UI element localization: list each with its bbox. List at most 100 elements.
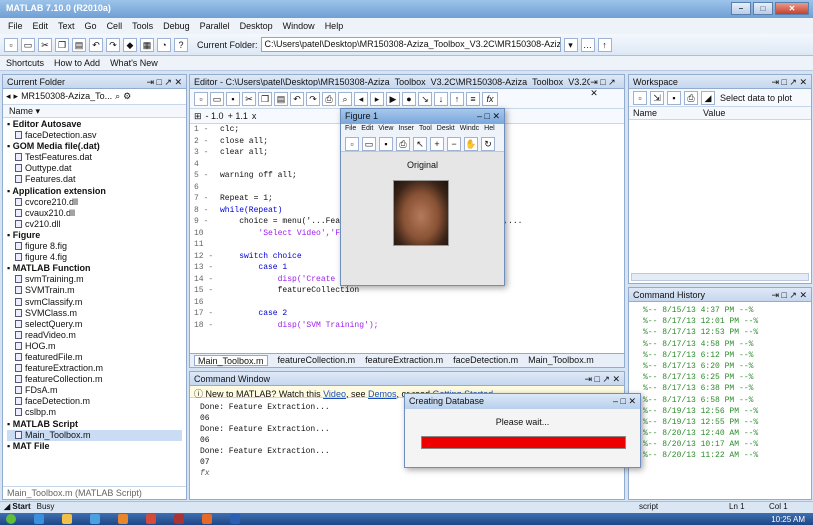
clock[interactable]: 10:25 AM (771, 515, 805, 524)
panel-controls-icon[interactable]: ⇥ □ ↗ ✕ (771, 77, 807, 87)
figure-menu-item[interactable]: File (345, 125, 356, 135)
redo-icon[interactable]: ↷ (106, 37, 120, 52)
file-item[interactable]: TestFeatures.dat (7, 152, 182, 163)
pointer-icon[interactable]: ↖ (413, 137, 427, 151)
figure-menu-item[interactable]: Windc (460, 125, 479, 135)
history-entry[interactable]: %-- 8/19/13 12:55 PM --% (629, 417, 811, 428)
editor-tab[interactable]: Main_Toolbox.m (528, 355, 594, 366)
code-line[interactable]: 18 - disp('SVM Training'); (190, 320, 624, 332)
current-folder-input[interactable]: C:\Users\patel\Desktop\MR150308-Aziza_To… (260, 37, 561, 52)
menu-help[interactable]: Help (325, 21, 344, 31)
demos-link[interactable]: Demos (368, 389, 397, 399)
back-icon[interactable]: ◂ (6, 91, 11, 102)
save-icon[interactable]: ▪ (226, 91, 240, 106)
file-item[interactable]: selectQuery.m (7, 319, 182, 330)
file-item[interactable]: cvaux210.dll (7, 208, 182, 219)
file-item[interactable]: faceDetection.asv (7, 130, 182, 141)
menu-desktop[interactable]: Desktop (240, 21, 273, 31)
new-figure-icon[interactable]: ▫ (345, 137, 359, 151)
menu-tools[interactable]: Tools (132, 21, 153, 31)
paste-icon[interactable]: ▤ (274, 91, 288, 106)
workspace-scrollbar[interactable] (631, 273, 809, 281)
file-item[interactable]: featureExtraction.m (7, 363, 182, 374)
file-item[interactable]: figure 4.fig (7, 252, 182, 263)
file-item[interactable]: HOG.m (7, 341, 182, 352)
font-minus[interactable]: - 1.0 (206, 111, 224, 121)
run-icon[interactable]: ▶ (386, 91, 400, 106)
folder-group[interactable]: ▪ Figure (7, 230, 182, 241)
dialog-controls[interactable]: – □ ✕ (613, 396, 636, 407)
windows-start-icon[interactable] (6, 514, 16, 524)
menu-edit[interactable]: Edit (33, 21, 49, 31)
open-folder-icon[interactable]: ▭ (21, 37, 35, 52)
undo-icon[interactable]: ↶ (290, 91, 304, 106)
history-entry[interactable]: %-- 8/17/13 12:53 PM --% (629, 327, 811, 338)
file-item[interactable]: figure 8.fig (7, 241, 182, 252)
file-item[interactable]: cvcore210.dll (7, 197, 182, 208)
editor-tab[interactable]: Main_Toolbox.m (194, 355, 268, 366)
maximize-button[interactable]: □ (753, 2, 773, 15)
save-icon[interactable]: ▪ (379, 137, 393, 151)
close-button[interactable]: ✕ (775, 2, 809, 15)
app-icon[interactable] (174, 514, 184, 524)
new-file-icon[interactable]: ▫ (194, 91, 208, 106)
shortcut-how-to-add[interactable]: How to Add (54, 58, 100, 68)
history-entry[interactable]: %-- 8/20/13 12:40 AM --% (629, 428, 811, 439)
menu-cell[interactable]: Cell (107, 21, 123, 31)
figure-menu-item[interactable]: View (378, 125, 393, 135)
file-item[interactable]: cslbp.m (7, 407, 182, 418)
file-item[interactable]: faceDetection.m (7, 396, 182, 407)
file-item[interactable]: SVMTrain.m (7, 285, 182, 296)
redo-icon[interactable]: ↷ (306, 91, 320, 106)
figure-menu-item[interactable]: Hel (484, 125, 495, 135)
menu-go[interactable]: Go (85, 21, 97, 31)
breakpoint-icon[interactable]: ● (402, 91, 416, 106)
panel-controls-icon[interactable]: ⇥ □ ↗ ✕ (584, 374, 620, 384)
code-line[interactable]: 15 - featureCollection (190, 285, 624, 297)
editor-tab[interactable]: featureExtraction.m (365, 355, 443, 366)
editor-tab[interactable]: featureCollection.m (278, 355, 356, 366)
undo-icon[interactable]: ↶ (89, 37, 103, 52)
menu-window[interactable]: Window (283, 21, 315, 31)
print-icon[interactable]: ⎙ (684, 90, 698, 105)
step-icon[interactable]: ↘ (418, 91, 432, 106)
media-icon[interactable] (90, 514, 100, 524)
browse-folder-icon[interactable]: … (580, 37, 595, 52)
folder-path[interactable]: MR150308-Aziza_To... (21, 91, 112, 102)
firefox-icon[interactable] (118, 514, 128, 524)
ws-name-column[interactable]: Name (629, 107, 699, 119)
figure-menu-item[interactable]: Tool (419, 125, 432, 135)
ws-value-column[interactable]: Value (699, 107, 729, 119)
code-line[interactable]: 16 (190, 297, 624, 309)
menu-debug[interactable]: Debug (163, 21, 190, 31)
word-icon[interactable] (230, 514, 240, 524)
menu-parallel[interactable]: Parallel (200, 21, 230, 31)
simulink-icon[interactable]: ◆ (123, 37, 137, 52)
video-link[interactable]: Video (323, 389, 346, 399)
history-entry[interactable]: %-- 8/20/13 10:17 AM --% (629, 439, 811, 450)
browser-icon[interactable] (34, 514, 44, 524)
folder-group[interactable]: ▪ MAT File (7, 441, 182, 452)
folder-group[interactable]: ▪ MATLAB Function (7, 263, 182, 274)
forward-icon[interactable]: ▸ (370, 91, 384, 106)
file-item[interactable]: Features.dat (7, 174, 182, 185)
rotate-icon[interactable]: ↻ (481, 137, 495, 151)
history-entry[interactable]: %-- 8/17/13 6:38 PM --% (629, 383, 811, 394)
figure-menu-item[interactable]: Deskt (437, 125, 455, 135)
search-icon[interactable]: ⌕ (115, 91, 120, 102)
save-icon[interactable]: ▪ (667, 90, 681, 105)
start-button[interactable]: ◢ Start (4, 502, 31, 513)
step-out-icon[interactable]: ↑ (450, 91, 464, 106)
file-item[interactable]: featureCollection.m (7, 374, 182, 385)
cut-icon[interactable]: ✂ (38, 37, 52, 52)
file-item[interactable]: svmTraining.m (7, 274, 182, 285)
figure-menu-item[interactable]: Inser (398, 125, 414, 135)
chevron-down-icon[interactable]: ▾ (563, 37, 578, 52)
history-entry[interactable]: %-- 8/17/13 6:58 PM --% (629, 395, 811, 406)
history-entry[interactable]: %-- 8/17/13 4:58 PM --% (629, 339, 811, 350)
plot-icon[interactable]: ◢ (701, 90, 715, 105)
history-entry[interactable]: %-- 8/17/13 6:25 PM --% (629, 372, 811, 383)
paste-icon[interactable]: ▤ (72, 37, 86, 52)
pan-icon[interactable]: ✋ (464, 137, 478, 151)
folder-group[interactable]: ▪ Application extension (7, 186, 182, 197)
